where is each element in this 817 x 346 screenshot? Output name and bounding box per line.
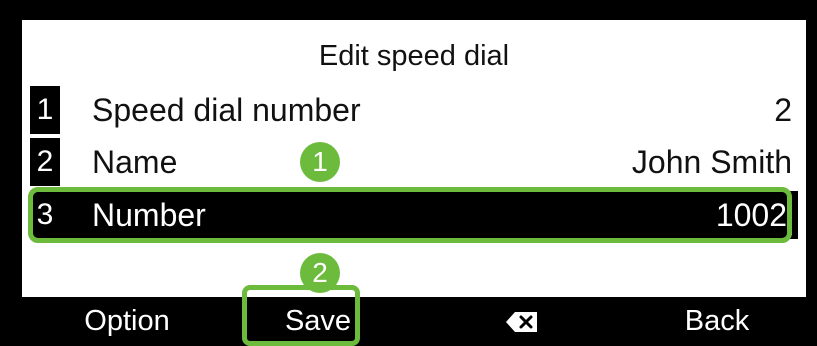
display-bezel-right (806, 0, 817, 346)
backspace-icon (506, 312, 537, 333)
screen: Edit speed dial 1 Speed dial number 2 2 … (22, 20, 806, 346)
step-marker-1: 1 (300, 142, 340, 182)
softkey-bar: Option Save Back (22, 297, 806, 346)
row-label: Name (92, 144, 178, 180)
phone-display: Edit speed dial 1 Speed dial number 2 2 … (0, 0, 817, 346)
row-speed-dial-number[interactable]: 1 Speed dial number 2 (30, 86, 798, 134)
save-softkey-highlight (242, 285, 360, 346)
number-row-highlight (28, 187, 792, 243)
row-index: 2 (30, 138, 60, 186)
back-softkey[interactable]: Back (662, 297, 772, 346)
display-bezel-left (0, 0, 22, 346)
row-index: 1 (30, 86, 60, 134)
row-value: 2 (774, 92, 792, 128)
option-softkey[interactable]: Option (52, 297, 202, 346)
page-title: Edit speed dial (318, 40, 510, 72)
row-label: Speed dial number (92, 92, 361, 128)
row-name[interactable]: 2 Name John Smith (30, 138, 798, 186)
display-bezel-top (0, 0, 817, 20)
row-value: John Smith (631, 144, 792, 180)
backspace-softkey[interactable] (492, 297, 552, 346)
